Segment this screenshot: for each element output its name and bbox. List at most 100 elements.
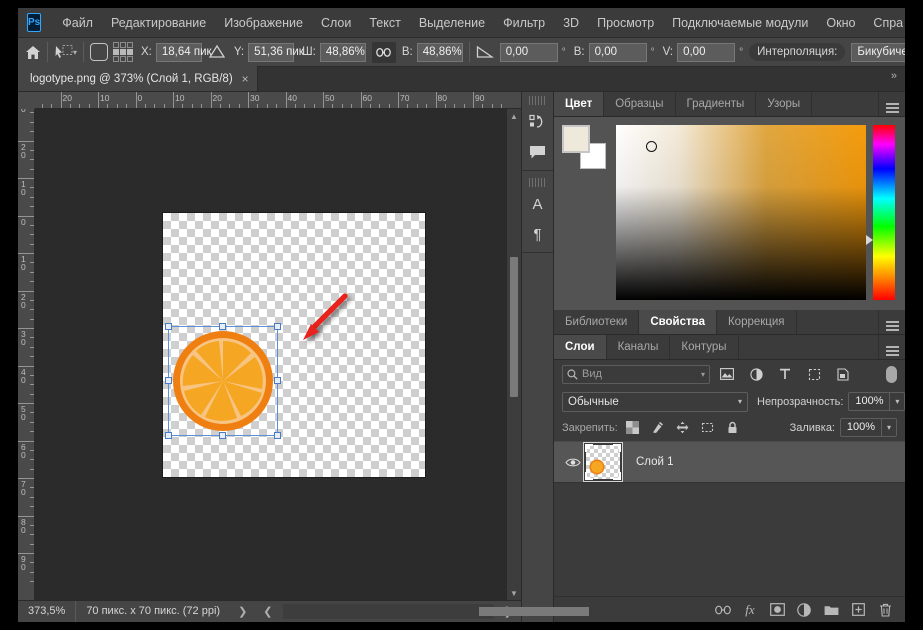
skew-v-input[interactable]: 0,00 — [677, 42, 736, 62]
menu-item-view[interactable]: Просмотр — [588, 8, 663, 38]
width-input[interactable]: 48,86% — [319, 42, 366, 62]
link-layers-icon[interactable] — [711, 599, 735, 621]
notes-icon[interactable] — [522, 137, 553, 167]
transform-handle-bottom-center[interactable] — [219, 432, 226, 439]
x-input[interactable]: 18,64 пик — [155, 42, 212, 62]
artboard[interactable] — [163, 213, 425, 477]
history-actions-icon[interactable] — [522, 107, 553, 137]
hue-slider-marker[interactable] — [866, 235, 873, 245]
panel-menu-icon[interactable] — [879, 335, 905, 359]
tab-libraries[interactable]: Библиотеки — [554, 310, 640, 334]
vertical-ruler[interactable]: 0 20 10 0 10 20 30 40 50 60 70 80 90 — [18, 109, 35, 622]
tab-gradients[interactable]: Градиенты — [675, 92, 757, 116]
rotate-input[interactable]: 0,00 — [499, 42, 558, 62]
transform-handle-top-right[interactable] — [274, 323, 281, 330]
tab-properties[interactable]: Свойства — [639, 310, 717, 334]
character-icon[interactable]: A — [522, 189, 553, 219]
adjustment-layer-icon[interactable] — [792, 599, 816, 621]
expand-panels-chevron-icon[interactable]: » — [891, 70, 897, 82]
delete-layer-icon[interactable] — [873, 599, 897, 621]
tab-channels[interactable]: Каналы — [606, 335, 671, 359]
layer-style-fx-icon[interactable]: fx — [738, 599, 762, 621]
panel-menu-icon[interactable] — [879, 92, 905, 116]
new-layer-icon[interactable] — [846, 599, 870, 621]
rail-grip[interactable] — [529, 178, 546, 187]
reference-point-grid[interactable] — [113, 42, 134, 62]
hue-slider[interactable] — [866, 125, 895, 300]
menu-item-text[interactable]: Текст — [360, 8, 409, 38]
smart-object-filter-icon[interactable] — [831, 364, 855, 384]
tool-preset-chevron-down-icon[interactable]: ▾ — [73, 48, 77, 57]
paragraph-icon[interactable]: ¶ — [522, 219, 553, 249]
menu-item-window[interactable]: Окно — [817, 8, 864, 38]
status-expand-chevron-icon[interactable]: ❯ — [230, 605, 255, 618]
lock-all-icon[interactable] — [723, 419, 743, 437]
height-input[interactable]: 48,86% — [416, 42, 463, 62]
chevron-down-icon[interactable]: ▾ — [701, 370, 705, 379]
color-picker-marker[interactable] — [646, 141, 657, 152]
lock-position-icon[interactable] — [673, 419, 693, 437]
transform-handle-middle-left[interactable] — [165, 377, 172, 384]
rail-grip[interactable] — [529, 96, 546, 105]
fill-chevron-down-icon[interactable]: ▾ — [882, 418, 897, 437]
type-filter-icon[interactable] — [773, 364, 797, 384]
tab-swatches[interactable]: Образцы — [604, 92, 676, 116]
document-tab[interactable]: logotype.png @ 373% (Слой 1, RGB/8) × — [18, 66, 258, 91]
menu-item-file[interactable]: Файл — [53, 8, 102, 38]
auto-select-checkbox[interactable] — [90, 43, 109, 61]
canvas-vertical-scrollbar[interactable]: ▲ ▼ — [506, 109, 521, 600]
scrollbar-thumb[interactable] — [478, 607, 589, 616]
chevron-down-icon[interactable]: ▾ — [738, 397, 742, 406]
tab-layers[interactable]: Слои — [554, 335, 607, 359]
menu-item-edit[interactable]: Редактирование — [102, 8, 215, 38]
scroll-left-chevron-icon[interactable]: ❮ — [255, 605, 280, 618]
horizontal-ruler[interactable]: 3020100102030405060708090 — [18, 92, 521, 109]
lock-artboard-icon[interactable] — [698, 419, 718, 437]
table-row[interactable]: Слой 1 — [554, 441, 905, 483]
lock-transparency-icon[interactable] — [623, 419, 643, 437]
foreground-color-swatch[interactable] — [562, 125, 590, 153]
panel-menu-icon[interactable] — [879, 310, 905, 334]
blend-mode-select[interactable]: Обычные ▾ — [562, 391, 748, 412]
menu-item-image[interactable]: Изображение — [215, 8, 312, 38]
tab-patterns[interactable]: Узоры — [756, 92, 813, 116]
home-icon[interactable] — [25, 40, 41, 64]
search-input[interactable]: Вид ▾ — [562, 364, 710, 384]
tab-paths[interactable]: Контуры — [670, 335, 739, 359]
menu-item-selection[interactable]: Выделение — [410, 8, 494, 38]
zoom-level[interactable]: 373,5% — [18, 601, 77, 622]
interpolation-select[interactable]: Бикубическа — [851, 42, 905, 62]
tab-adjustments[interactable]: Коррекция — [716, 310, 797, 334]
y-input[interactable]: 51,36 пик — [248, 42, 304, 62]
new-group-icon[interactable] — [819, 599, 843, 621]
opacity-chevron-down-icon[interactable]: ▾ — [890, 392, 905, 411]
link-icon[interactable] — [371, 41, 396, 63]
transform-handle-bottom-right[interactable] — [274, 432, 281, 439]
fill-input[interactable]: 100% — [840, 418, 882, 437]
lock-image-icon[interactable] — [648, 419, 668, 437]
menu-item-3d[interactable]: 3D — [554, 8, 588, 38]
layer-mask-icon[interactable] — [765, 599, 789, 621]
shape-filter-icon[interactable] — [802, 364, 826, 384]
skew-h-input[interactable]: 0,00 — [588, 42, 647, 62]
transform-handle-top-left[interactable] — [165, 323, 172, 330]
close-icon[interactable]: × — [242, 72, 249, 86]
move-tool-icon[interactable] — [54, 41, 73, 63]
eye-icon[interactable] — [560, 457, 586, 468]
adjustment-filter-icon[interactable] — [744, 364, 768, 384]
transform-handle-middle-right[interactable] — [274, 377, 281, 384]
opacity-input[interactable]: 100% — [848, 392, 891, 411]
canvas-viewport[interactable] — [35, 109, 506, 600]
scroll-up-icon[interactable]: ▲ — [507, 109, 521, 123]
transform-bounding-box[interactable] — [165, 323, 281, 439]
menu-item-layers[interactable]: Слои — [312, 8, 360, 38]
menu-item-filter[interactable]: Фильтр — [494, 8, 554, 38]
scrollbar-thumb[interactable] — [510, 257, 518, 397]
filter-toggle-switch[interactable] — [886, 365, 897, 383]
orange-slice-thumbnail[interactable] — [585, 444, 621, 480]
menu-item-plugins[interactable]: Подключаемые модули — [663, 8, 817, 38]
tab-color[interactable]: Цвет — [554, 92, 605, 116]
scroll-down-icon[interactable]: ▼ — [507, 586, 521, 600]
color-spectrum-field[interactable] — [616, 125, 866, 300]
menu-item-help[interactable]: Спра — [864, 8, 905, 38]
